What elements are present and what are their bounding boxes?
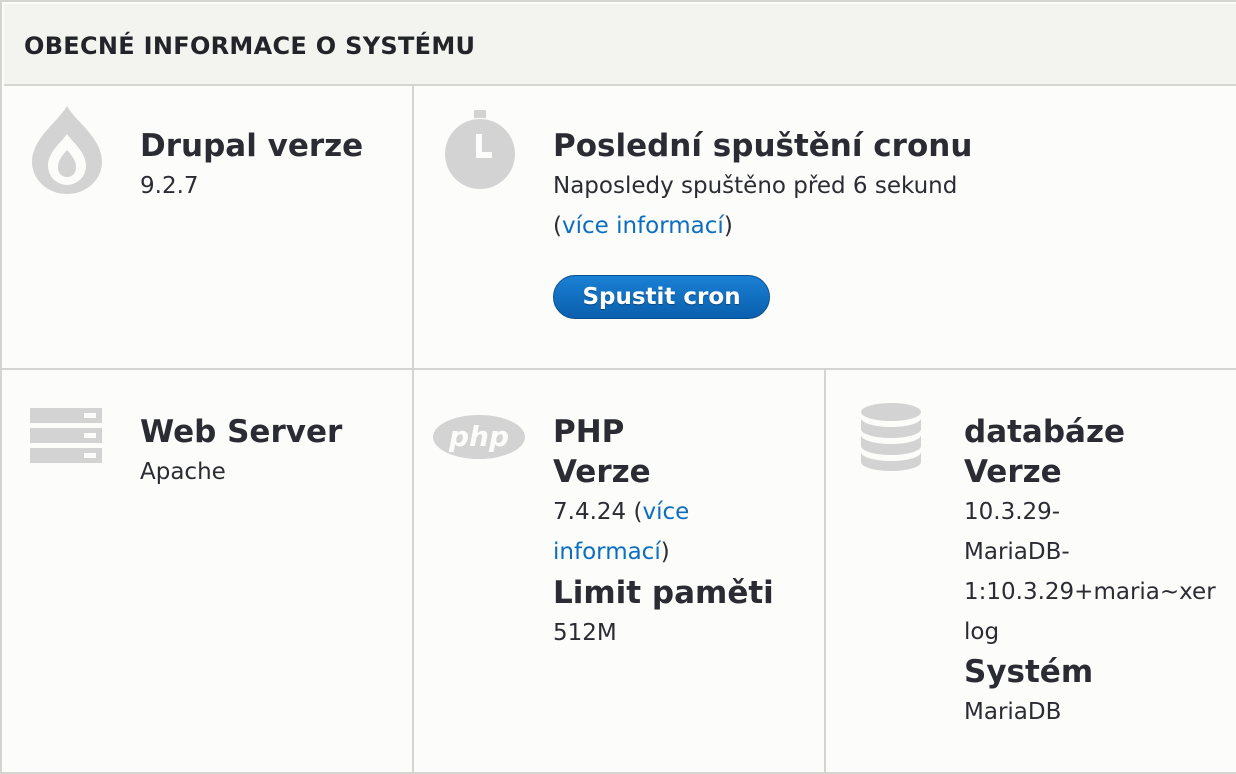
database-version-line: log <box>964 619 1000 645</box>
drupal-drop-icon <box>32 106 102 194</box>
php-more-info-link[interactable]: více <box>642 499 689 525</box>
php-title: PHP <box>553 414 625 450</box>
database-version-line: 1:10.3.29+maria~xer <box>964 579 1216 605</box>
database-version-line: MariaDB- <box>964 539 1070 565</box>
database-version-label: Verze <box>964 454 1062 490</box>
php-version-label: Verze <box>553 454 651 490</box>
webserver-value: Apache <box>140 459 226 485</box>
run-cron-button[interactable]: Spustit cron <box>553 275 770 319</box>
drupal-version-value: 9.2.7 <box>140 173 199 199</box>
database-title: databáze <box>964 414 1126 450</box>
php-version-value: 7.4.24 ( <box>553 499 643 525</box>
divider <box>824 370 826 774</box>
php-memory-value: 512M <box>553 620 617 646</box>
server-icon <box>30 408 102 463</box>
svg-text:php: php <box>448 420 509 453</box>
panel-header: OBECNÉ INFORMACE O SYSTÉMU <box>4 4 1236 86</box>
clock-icon <box>445 110 515 189</box>
paren-close: ) <box>723 213 733 239</box>
php-memory-label: Limit paměti <box>553 575 774 611</box>
cron-last-run: Naposledy spuštěno před 6 sekund <box>553 173 958 199</box>
divider <box>412 84 414 774</box>
php-logo-icon: php <box>433 415 525 459</box>
panel-title: OBECNÉ INFORMACE O SYSTÉMU <box>24 32 476 60</box>
database-system-value: MariaDB <box>964 699 1062 725</box>
database-system-label: Systém <box>964 654 1094 690</box>
cron-more-info-line: (více informací) <box>553 206 733 246</box>
php-more-info-link-cont[interactable]: informací <box>553 539 661 565</box>
drupal-title: Drupal verze <box>140 128 364 164</box>
webserver-title: Web Server <box>140 414 343 450</box>
php-more-info-line: informací) <box>553 532 670 572</box>
database-icon <box>861 403 921 471</box>
database-version-line: 10.3.29- <box>964 499 1061 525</box>
divider <box>2 368 1236 370</box>
cron-more-info-link[interactable]: více informací <box>562 213 724 239</box>
php-version-line: 7.4.24 (více <box>553 492 689 532</box>
paren-close: ) <box>660 539 670 565</box>
cron-title: Poslední spuštění cronu <box>553 128 973 164</box>
paren-open: ( <box>553 213 562 239</box>
